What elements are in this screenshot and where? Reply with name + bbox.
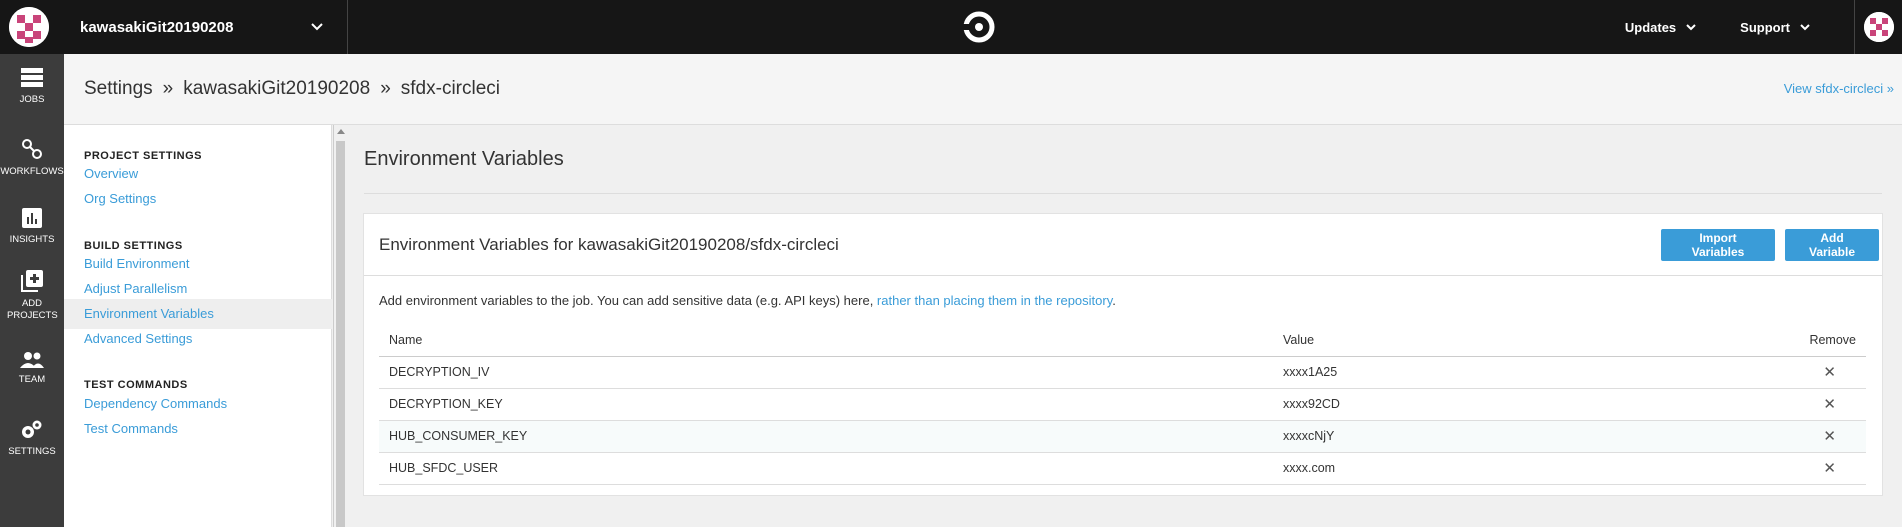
nav-team-label: TEAM	[18, 374, 46, 385]
breadcrumb: Settings » kawasakiGit20190208 » sfdx-ci…	[84, 78, 500, 100]
page-header: Settings » kawasakiGit20190208 » sfdx-ci…	[64, 54, 1902, 125]
import-variables-button[interactable]: Import Variables	[1661, 229, 1775, 261]
scroll-up-arrow-icon[interactable]	[337, 129, 345, 134]
updates-label: Updates	[1624, 19, 1677, 35]
var-name: HUB_CONSUMER_KEY	[379, 420, 1273, 453]
chevron-down-icon	[1800, 23, 1810, 30]
close-icon[interactable]: ✕	[1823, 395, 1836, 413]
column-header-name: Name	[379, 325, 1273, 357]
env-vars-table: Name Value Remove DECRYPTION_IV xxxx1A25…	[379, 325, 1866, 485]
chevron-down-icon	[311, 23, 323, 31]
nav-jobs-label: JOBS	[19, 94, 45, 105]
table-row: DECRYPTION_KEY xxxx92CD ✕	[379, 388, 1866, 421]
sidebar-scrollbar[interactable]	[333, 125, 347, 527]
table-row: HUB_SFDC_USER xxxx.com ✕	[379, 452, 1866, 485]
sidebar-item-test-commands[interactable]: Test Commands	[64, 414, 332, 444]
var-value: xxxx1A25	[1273, 356, 1773, 389]
top-bar: kawasakiGit20190208 Updates Support	[0, 0, 1902, 54]
support-label: Support	[1740, 19, 1790, 35]
org-name: kawasakiGit20190208	[80, 18, 234, 36]
desc-end: .	[1112, 293, 1116, 308]
team-icon	[20, 352, 44, 368]
chevron-down-icon	[1686, 23, 1696, 30]
var-value: xxxx.com	[1273, 452, 1773, 485]
nav-add-projects[interactable]: ADD PROJECTS	[0, 270, 64, 322]
scroll-thumb[interactable]	[336, 141, 345, 527]
var-name: DECRYPTION_IV	[379, 356, 1273, 389]
nav-insights-label: INSIGHTS	[9, 234, 55, 245]
column-header-remove: Remove	[1773, 325, 1866, 357]
env-vars-card: Environment Variables for kawasakiGit201…	[363, 213, 1883, 496]
var-name: HUB_SFDC_USER	[379, 452, 1273, 485]
circleci-logo-icon[interactable]	[963, 11, 995, 43]
remove-cell: ✕	[1773, 452, 1866, 485]
close-icon[interactable]: ✕	[1823, 427, 1836, 445]
support-menu[interactable]: Support	[1740, 20, 1810, 35]
nav-insights[interactable]: INSIGHTS	[0, 208, 64, 246]
add-variable-button[interactable]: Add Variable	[1785, 229, 1879, 261]
org-avatar[interactable]	[0, 0, 57, 54]
settings-sidebar: PROJECT SETTINGS Overview Org Settings B…	[64, 125, 332, 527]
desc-text: Add environment variables to the job. Yo…	[379, 293, 877, 308]
card-description: Add environment variables to the job. Yo…	[379, 293, 1116, 308]
crumb-settings[interactable]: Settings	[84, 78, 153, 100]
page-title: Environment Variables	[364, 148, 564, 170]
nav-team[interactable]: TEAM	[0, 352, 64, 386]
view-project-link[interactable]: View sfdx-circleci »	[1784, 81, 1894, 96]
nav-settings-label: SETTINGS	[8, 446, 56, 457]
close-icon[interactable]: ✕	[1823, 459, 1836, 477]
identicon-icon	[1863, 12, 1894, 42]
crumb-separator: »	[380, 78, 391, 99]
repository-help-link[interactable]: rather than placing them in the reposito…	[877, 293, 1112, 308]
remove-cell: ✕	[1773, 388, 1866, 421]
add-projects-icon	[21, 270, 43, 292]
var-name: DECRYPTION_KEY	[379, 388, 1273, 421]
org-switcher[interactable]: kawasakiGit20190208	[80, 0, 348, 54]
nav-workflows[interactable]: WORKFLOWS	[0, 138, 64, 178]
table-row: HUB_CONSUMER_KEY xxxxcNjY ✕	[379, 420, 1866, 453]
nav-jobs[interactable]: JOBS	[0, 68, 64, 106]
card-title: Environment Variables for kawasakiGit201…	[379, 234, 839, 254]
remove-cell: ✕	[1773, 420, 1866, 453]
card-header: Environment Variables for kawasakiGit201…	[364, 214, 1882, 276]
crumb-separator: »	[162, 78, 174, 99]
var-value: xxxxcNjY	[1273, 420, 1773, 453]
user-avatar[interactable]	[1854, 0, 1902, 54]
updates-menu[interactable]: Updates	[1625, 20, 1696, 35]
sidebar-item-advanced-settings[interactable]: Advanced Settings	[64, 324, 332, 354]
left-nav: JOBS WORKFLOWS INSIGHTS ADD PROJECTS TEA…	[0, 54, 64, 527]
nav-workflows-label: WORKFLOWS	[0, 166, 64, 177]
var-value: xxxx92CD	[1273, 388, 1773, 421]
workflows-icon	[22, 139, 42, 159]
jobs-icon	[21, 68, 43, 87]
nav-settings[interactable]: SETTINGS	[0, 420, 64, 458]
crumb-org[interactable]: kawasakiGit20190208	[183, 78, 370, 100]
gear-icon	[22, 420, 42, 438]
identicon-icon	[8, 7, 49, 47]
remove-cell: ✕	[1773, 356, 1866, 389]
nav-add-projects-label: ADD PROJECTS	[7, 298, 58, 321]
column-header-value: Value	[1273, 325, 1773, 357]
table-header-row: Name Value Remove	[379, 325, 1866, 357]
close-icon[interactable]: ✕	[1823, 363, 1836, 381]
divider	[364, 193, 1882, 194]
crumb-project: sfdx-circleci	[400, 78, 501, 99]
table-row: DECRYPTION_IV xxxx1A25 ✕	[379, 356, 1866, 389]
insights-icon	[22, 208, 42, 228]
sidebar-item-org-settings[interactable]: Org Settings	[64, 184, 332, 214]
top-right-menus: Updates Support	[1625, 0, 1902, 54]
